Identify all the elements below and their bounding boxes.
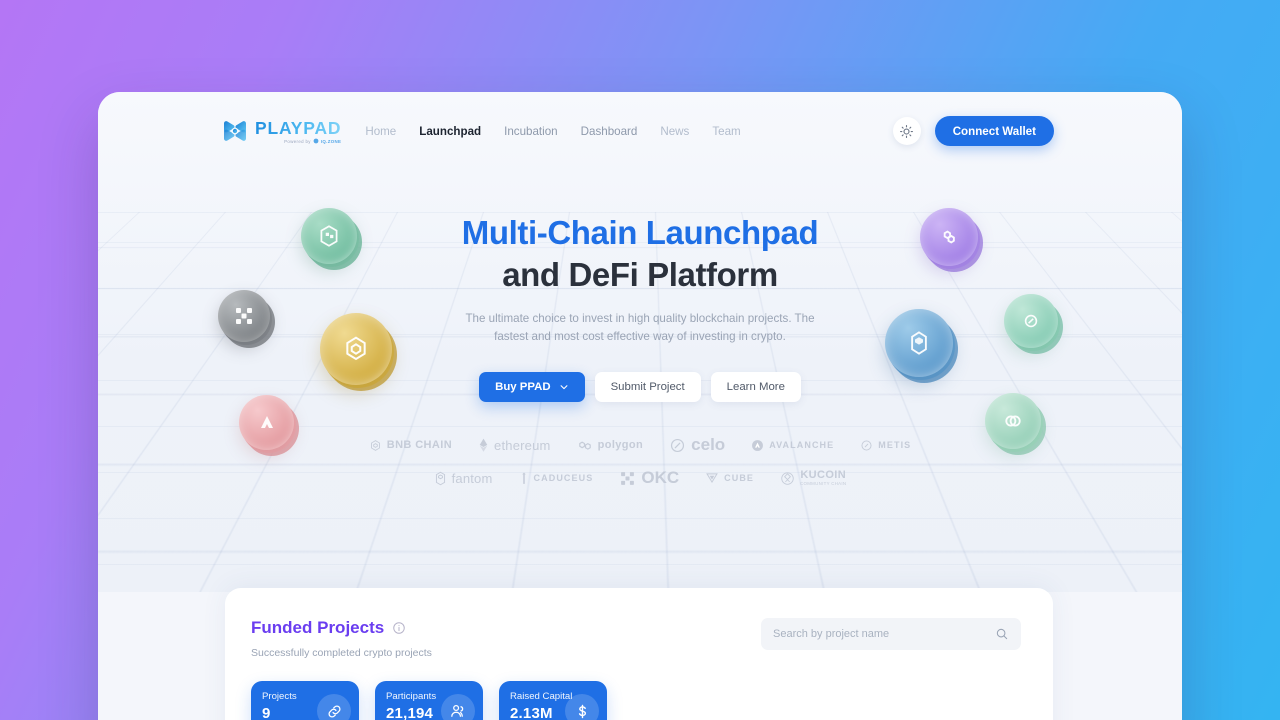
funded-projects-heading-group: Funded Projects Successfully completed c…	[251, 618, 432, 659]
submit-project-button[interactable]: Submit Project	[594, 372, 701, 403]
playpad-logo[interactable]: PLAYPAD Powered by IQ.ZONE	[222, 118, 341, 144]
partner-label: fantom	[451, 470, 493, 486]
info-icon[interactable]	[392, 621, 406, 635]
hero-lead-text: The ultimate choice to invest in high qu…	[465, 312, 815, 344]
browser-page-frame: PLAYPAD Powered by IQ.ZONE Home Launchpa…	[98, 92, 1182, 720]
funded-projects-subtitle: Successfully completed crypto projects	[251, 647, 432, 659]
nav-item-news[interactable]: News	[660, 125, 689, 138]
metis-logo-icon	[861, 440, 872, 451]
partner-logos-row-2: fantom CADUCEUS OKC CUBE KUCOIN COMMUNIT…	[98, 468, 1182, 488]
page-title: Funded Projects	[251, 618, 385, 637]
partner-okc: OKC	[619, 468, 679, 488]
partner-label: BNB CHAIN	[386, 439, 453, 452]
connect-wallet-button[interactable]: Connect Wallet	[934, 116, 1054, 146]
stat-card-projects: Projects 9	[251, 681, 359, 720]
caduceus-logo-icon	[521, 472, 526, 484]
partner-celo: celo	[669, 435, 725, 455]
hero-cta-row: Buy PPAD Submit Project Learn More	[98, 372, 1182, 403]
partner-polygon: polygon	[577, 439, 644, 452]
partner-label: METIS	[878, 440, 912, 451]
dollar-icon-bubble	[565, 694, 599, 720]
bnb-chain-logo-icon	[370, 440, 380, 451]
partner-caduceus: CADUCEUS	[519, 472, 594, 485]
partner-bnb-chain: BNB CHAIN	[369, 439, 452, 452]
polygon-logo-icon	[578, 441, 591, 450]
dollar-icon	[578, 704, 586, 718]
nav-item-incubation[interactable]: Incubation	[504, 125, 558, 138]
stat-cards: Projects 9 Participants 21,194 Raised Ca…	[251, 681, 1021, 720]
partner-ethereum: ethereum	[478, 438, 551, 453]
site-header: PLAYPAD Powered by IQ.ZONE Home Launchpa…	[98, 92, 1182, 170]
hero-title: Multi-Chain Launchpad and DeFi Platform	[98, 212, 1182, 296]
fantom-logo-icon	[435, 471, 445, 486]
partner-sublabel: COMMUNITY CHAIN	[800, 480, 847, 486]
search-box[interactable]	[761, 618, 1021, 650]
hero-title-line2: and DeFi Platform	[502, 256, 778, 294]
partner-label: CUBE	[724, 473, 755, 484]
funded-projects-card: Funded Projects Successfully completed c…	[225, 588, 1053, 720]
partner-avalanche: AVALANCHE	[751, 439, 834, 452]
link-icon	[327, 704, 341, 718]
buy-ppad-label: Buy PPAD	[495, 381, 551, 394]
playpad-butterfly-logo-icon	[224, 121, 246, 141]
search-icon[interactable]	[995, 627, 1009, 641]
iqzone-mark-icon	[313, 138, 319, 144]
partner-kucoin: KUCOIN COMMUNITY CHAIN	[780, 470, 846, 486]
ethereum-logo-icon	[479, 438, 488, 452]
powered-by-prefix: Powered by	[284, 138, 311, 144]
partner-kucoin-text: KUCOIN COMMUNITY CHAIN	[800, 470, 846, 486]
chevron-down-icon	[560, 385, 568, 390]
main-nav: Home Launchpad Incubation Dashboard News…	[365, 125, 740, 138]
users-icon	[451, 704, 464, 717]
partner-logos-row-1: BNB CHAIN ethereum polygon celo AVALANCH…	[98, 435, 1182, 455]
powered-by-name: IQ.ZONE	[320, 138, 342, 144]
celo-logo-icon	[671, 438, 685, 452]
nav-item-launchpad[interactable]: Launchpad	[419, 125, 481, 138]
kucoin-logo-icon	[781, 472, 794, 485]
theme-toggle-button[interactable]	[892, 117, 921, 145]
stat-card-participants: Participants 21,194	[375, 681, 483, 720]
logo-wordmark: PLAYPAD	[255, 118, 342, 138]
funded-projects-header: Funded Projects Successfully completed c…	[251, 618, 1021, 659]
partner-label: celo	[691, 435, 726, 455]
partner-metis: METIS	[860, 439, 911, 452]
learn-more-button[interactable]: Learn More	[710, 372, 801, 403]
nav-item-dashboard[interactable]: Dashboard	[581, 125, 638, 138]
partner-label: AVALANCHE	[769, 440, 835, 451]
buy-ppad-button[interactable]: Buy PPAD	[479, 372, 585, 403]
partner-label: OKC	[641, 468, 680, 488]
stat-card-raised-capital: Raised Capital 2.13M	[499, 681, 607, 720]
header-actions: Connect Wallet	[892, 116, 1054, 146]
partner-logos: BNB CHAIN ethereum polygon celo AVALANCH…	[98, 435, 1182, 488]
logo-powered-by: Powered by IQ.ZONE	[284, 138, 341, 144]
avalanche-logo-icon	[752, 439, 764, 451]
partner-label: ethereum	[494, 437, 551, 453]
sun-icon	[900, 124, 914, 138]
partner-label: CADUCEUS	[533, 473, 594, 484]
nav-item-home[interactable]: Home	[365, 125, 396, 138]
okc-logo-icon	[621, 472, 635, 485]
funded-projects-title-row: Funded Projects	[251, 618, 432, 638]
hero-title-line1: Multi-Chain Launchpad	[461, 214, 819, 251]
users-icon-bubble	[441, 694, 475, 720]
partner-fantom: fantom	[434, 471, 493, 486]
partner-label: polygon	[597, 439, 644, 452]
nav-item-team[interactable]: Team	[712, 125, 740, 138]
link-icon-bubble	[317, 694, 351, 720]
partner-cube: CUBE	[705, 471, 754, 485]
cube-logo-icon	[706, 473, 718, 484]
search-input[interactable]	[773, 628, 995, 640]
